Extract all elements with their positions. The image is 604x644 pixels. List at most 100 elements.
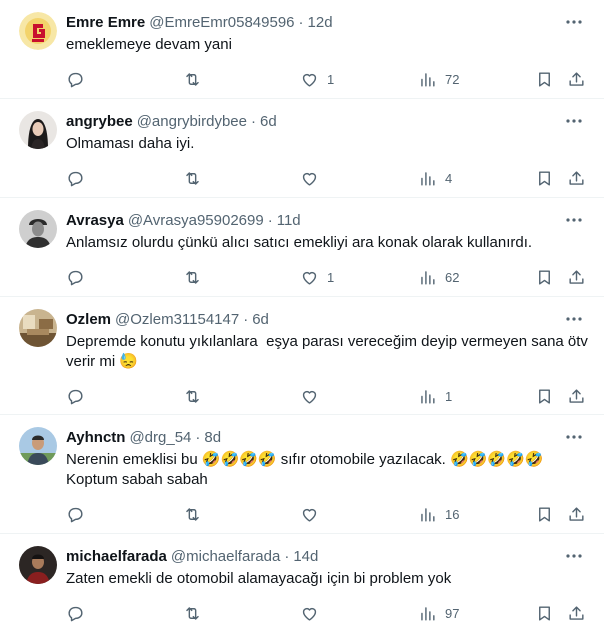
timestamp[interactable]: 11d (277, 210, 301, 232)
timestamp[interactable]: 12d (308, 12, 333, 34)
bookmark-button[interactable] (535, 267, 554, 287)
reply-button[interactable] (66, 603, 85, 623)
share-icon (569, 71, 584, 86)
tweet[interactable]: Emre Emre @EmreEmr05849596 · 12d emeklem… (0, 0, 604, 99)
man-dark-photo-avatar (19, 546, 57, 584)
like-icon (302, 390, 317, 404)
retweet-button[interactable] (183, 603, 202, 623)
retweet-button[interactable] (183, 504, 202, 524)
room-photo-avatar (19, 309, 57, 347)
separator: · (298, 14, 304, 31)
reply-button[interactable] (66, 386, 85, 406)
tweet[interactable]: Ayhnctn @drg_54 · 8d Nerenin emeklisi bu… (0, 415, 604, 534)
more-icon (566, 119, 582, 123)
separator: · (243, 311, 249, 328)
views-icon (421, 606, 435, 621)
bookmark-button[interactable] (535, 504, 554, 524)
author-name[interactable]: Ozlem (66, 309, 111, 331)
author-handle[interactable]: @michaelfarada (171, 546, 280, 568)
avatar[interactable] (19, 427, 57, 465)
share-button[interactable] (567, 504, 586, 524)
author-handle[interactable]: @drg_54 (129, 427, 191, 449)
reply-icon (68, 171, 83, 186)
tweet[interactable]: michaelfarada @michaelfarada · 14d Zaten… (0, 534, 604, 644)
like-icon (302, 172, 317, 186)
like-button[interactable]: 1 (300, 267, 334, 287)
bookmark-icon (539, 388, 550, 404)
bookmark-button[interactable] (535, 386, 554, 406)
views-button[interactable]: 16 (418, 504, 459, 524)
author-handle[interactable]: @Avrasya95902699 (128, 210, 264, 232)
retweet-button[interactable] (183, 69, 202, 89)
view-count: 97 (445, 605, 460, 621)
view-count: 72 (445, 71, 460, 87)
share-icon (569, 170, 584, 185)
timestamp[interactable]: 6d (252, 309, 269, 331)
bookmark-button[interactable] (535, 168, 554, 188)
timestamp[interactable]: 8d (204, 427, 221, 449)
views-button[interactable]: 72 (418, 69, 459, 89)
share-button[interactable] (567, 69, 586, 89)
view-count: 1 (445, 388, 453, 404)
avatar[interactable] (19, 546, 57, 584)
author-name[interactable]: Avrasya (66, 210, 124, 232)
tweet[interactable]: Avrasya @Avrasya95902699 · 11d Anlamsız … (0, 198, 604, 297)
action-bar: 1 72 (66, 61, 588, 101)
more-button[interactable] (562, 208, 586, 232)
timestamp[interactable]: 14d (293, 546, 318, 568)
author-name[interactable]: michaelfarada (66, 546, 167, 568)
views-button[interactable]: 62 (418, 267, 459, 287)
like-button[interactable] (300, 386, 327, 406)
separator: · (284, 548, 290, 565)
author-handle[interactable]: @EmreEmr05849596 (149, 12, 294, 34)
tweet-text: Depremde konutu yıkılanlara eşya parası … (66, 333, 593, 370)
more-button[interactable] (562, 307, 586, 331)
views-button[interactable]: 97 (418, 603, 459, 623)
avatar[interactable] (19, 12, 57, 50)
action-bar: 1 (66, 378, 588, 418)
share-icon (569, 388, 584, 403)
retweet-icon (186, 507, 199, 521)
more-icon (566, 317, 582, 321)
retweet-button[interactable] (183, 168, 202, 188)
like-button[interactable] (300, 504, 327, 524)
avatar[interactable] (19, 309, 57, 347)
more-button[interactable] (562, 10, 586, 34)
like-button[interactable] (300, 168, 327, 188)
views-button[interactable]: 1 (418, 386, 452, 406)
bookmark-button[interactable] (535, 603, 554, 623)
author-name[interactable]: Emre Emre (66, 12, 145, 34)
woman-photo-avatar (19, 111, 57, 149)
retweet-icon (186, 171, 199, 185)
retweet-button[interactable] (183, 386, 202, 406)
reply-button[interactable] (66, 69, 85, 89)
more-button[interactable] (562, 109, 586, 133)
like-button[interactable] (300, 603, 327, 623)
timestamp[interactable]: 6d (260, 111, 277, 133)
author-name[interactable]: angrybee (66, 111, 133, 133)
tweet[interactable]: Ozlem @Ozlem31154147 · 6d Depremde konut… (0, 297, 604, 415)
bookmark-button[interactable] (535, 69, 554, 89)
share-button[interactable] (567, 168, 586, 188)
separator: · (251, 113, 256, 130)
action-bar: 1 62 (66, 259, 588, 299)
more-button[interactable] (562, 425, 586, 449)
reply-button[interactable] (66, 168, 85, 188)
share-button[interactable] (567, 386, 586, 406)
views-button[interactable]: 4 (418, 168, 452, 188)
retweet-button[interactable] (183, 267, 202, 287)
author-name[interactable]: Ayhnctn (66, 427, 125, 449)
tweet[interactable]: angrybee @angrybirdybee · 6d Olmaması da… (0, 99, 604, 198)
share-button[interactable] (567, 603, 586, 623)
share-button[interactable] (567, 267, 586, 287)
like-button[interactable]: 1 (300, 69, 334, 89)
avatar[interactable] (19, 210, 57, 248)
author-handle[interactable]: @angrybirdybee (137, 111, 247, 133)
retweet-icon (186, 270, 199, 284)
reply-button[interactable] (66, 504, 85, 524)
reply-button[interactable] (66, 267, 85, 287)
action-bar: 4 (66, 160, 588, 200)
more-button[interactable] (562, 544, 586, 568)
author-handle[interactable]: @Ozlem31154147 (115, 309, 239, 331)
avatar[interactable] (19, 111, 57, 149)
